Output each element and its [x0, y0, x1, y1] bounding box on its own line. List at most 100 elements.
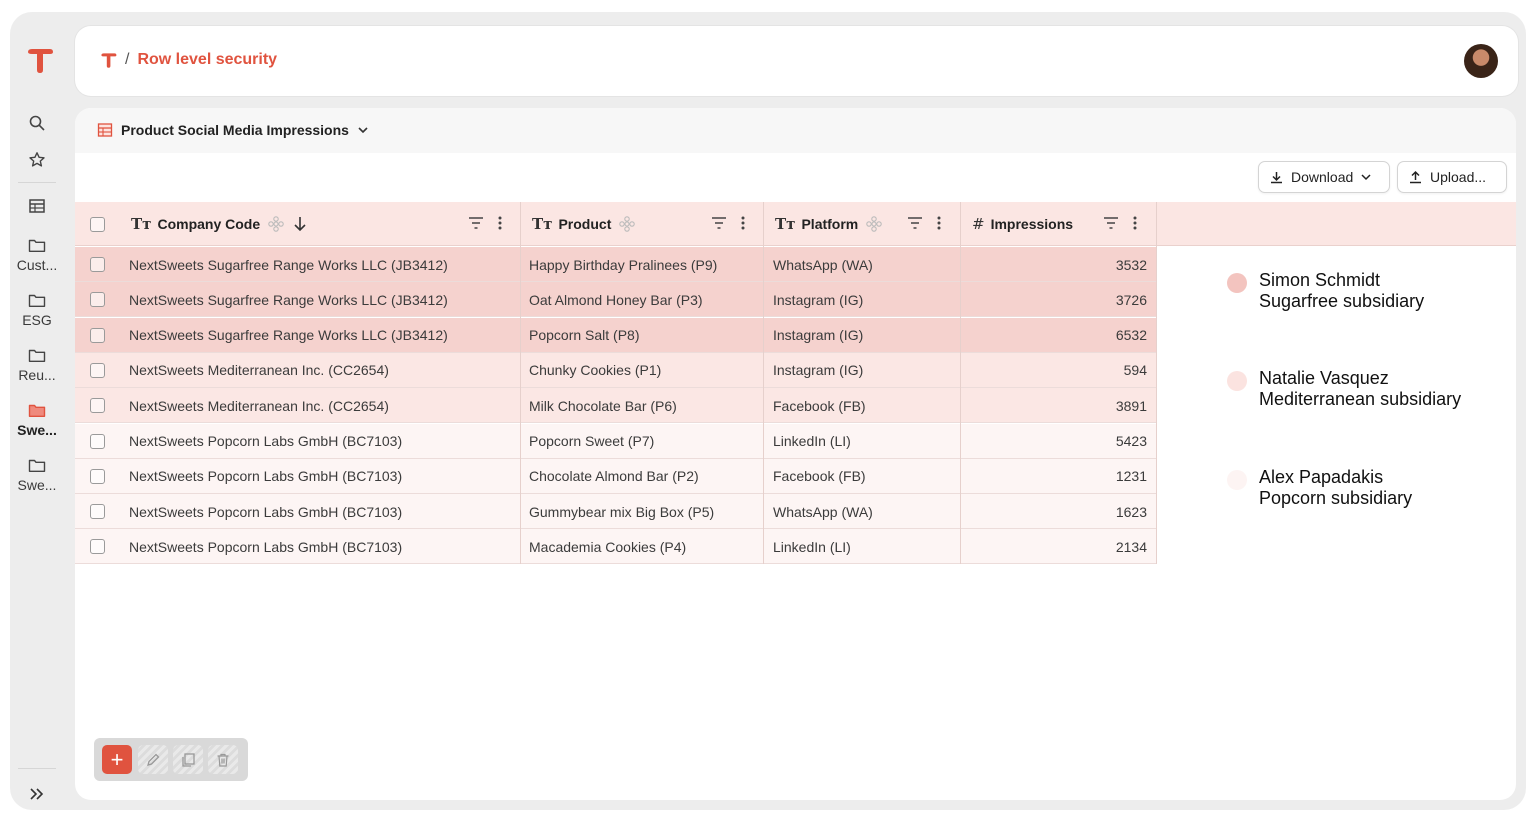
sidebar-folder-1[interactable]: Cust... — [10, 238, 64, 273]
cell-company-code[interactable]: NextSweets Sugarfree Range Works LLC (JB… — [129, 247, 448, 282]
cell-platform[interactable]: Facebook (FB) — [773, 388, 866, 423]
cell-impressions[interactable]: 3891 — [965, 388, 1147, 423]
table-row[interactable]: NextSweets Sugarfree Range Works LLC (JB… — [75, 317, 1156, 353]
sidebar-folder-2[interactable]: ESG — [10, 293, 64, 328]
table-title: Product Social Media Impressions — [121, 122, 349, 138]
column-header-product[interactable]: Tт Product — [532, 202, 762, 246]
duplicate-row-button[interactable] — [173, 745, 203, 774]
table-row[interactable]: NextSweets Popcorn Labs GmbH (BC7103) Cho… — [75, 458, 1156, 494]
upload-button[interactable]: Upload... — [1397, 161, 1507, 193]
cell-impressions[interactable]: 3532 — [965, 247, 1147, 282]
column-menu-icon[interactable] — [937, 216, 941, 230]
row-checkbox[interactable] — [90, 398, 105, 414]
avatar[interactable] — [1464, 44, 1498, 78]
app-logo[interactable] — [24, 45, 54, 75]
column-menu-icon[interactable] — [1133, 216, 1137, 230]
cell-impressions[interactable]: 2134 — [965, 529, 1147, 564]
filter-icon[interactable] — [711, 216, 727, 230]
column-header-impressions[interactable]: # Impressions — [972, 202, 1156, 246]
cell-platform[interactable]: LinkedIn (LI) — [773, 424, 851, 459]
cell-product[interactable]: Oat Almond Honey Bar (P3) — [529, 282, 703, 317]
row-checkbox[interactable] — [90, 362, 105, 378]
cell-platform[interactable]: WhatsApp (WA) — [773, 247, 873, 282]
cell-impressions[interactable]: 1231 — [965, 459, 1147, 494]
legend-role: Sugarfree subsidiary — [1259, 291, 1425, 311]
cell-product[interactable]: Gummybear mix Big Box (P5) — [529, 494, 714, 529]
column-divider — [763, 246, 764, 564]
upload-label: Upload... — [1430, 169, 1487, 185]
sidebar-folder-5[interactable]: Swe... — [10, 458, 64, 493]
row-checkbox[interactable] — [90, 504, 105, 520]
cell-company-code[interactable]: NextSweets Mediterranean Inc. (CC2654) — [129, 388, 389, 423]
table-row[interactable]: NextSweets Popcorn Labs GmbH (BC7103) Pop… — [75, 423, 1156, 459]
sidebar-folder-label: Cust... — [16, 257, 58, 273]
cell-product[interactable]: Happy Birthday Pralinees (P9) — [529, 247, 717, 282]
search-icon[interactable] — [23, 109, 51, 137]
table-icon[interactable] — [23, 192, 51, 220]
row-checkbox[interactable] — [90, 433, 105, 449]
cell-product[interactable]: Chunky Cookies (P1) — [529, 353, 661, 388]
cell-product[interactable]: Chocolate Almond Bar (P2) — [529, 459, 699, 494]
cell-company-code[interactable]: NextSweets Popcorn Labs GmbH (BC7103) — [129, 529, 402, 564]
download-icon — [1271, 171, 1282, 183]
cell-company-code[interactable]: NextSweets Popcorn Labs GmbH (BC7103) — [129, 459, 402, 494]
sort-descending-icon[interactable] — [293, 216, 307, 232]
expand-sidebar-icon[interactable] — [23, 780, 51, 808]
column-menu-icon[interactable] — [741, 216, 745, 230]
download-button[interactable]: Download — [1258, 161, 1390, 193]
column-divider — [1156, 202, 1157, 246]
cell-platform[interactable]: Facebook (FB) — [773, 459, 866, 494]
cell-company-code[interactable]: NextSweets Popcorn Labs GmbH (BC7103) — [129, 424, 402, 459]
folder-icon — [28, 349, 46, 362]
row-checkbox[interactable] — [90, 539, 105, 555]
cell-impressions[interactable]: 3726 — [965, 282, 1147, 317]
cell-platform[interactable]: LinkedIn (LI) — [773, 529, 851, 564]
cell-platform[interactable]: WhatsApp (WA) — [773, 494, 873, 529]
cell-platform[interactable]: Instagram (IG) — [773, 318, 863, 353]
table-row[interactable]: NextSweets Sugarfree Range Works LLC (JB… — [75, 282, 1156, 318]
cell-platform[interactable]: Instagram (IG) — [773, 282, 863, 317]
select-all-checkbox[interactable] — [90, 216, 105, 232]
cell-product[interactable]: Macademia Cookies (P4) — [529, 529, 686, 564]
home-logo-icon[interactable] — [99, 51, 117, 69]
cell-product[interactable]: Popcorn Sweet (P7) — [529, 424, 654, 459]
cell-impressions[interactable]: 594 — [965, 353, 1147, 388]
filter-icon[interactable] — [907, 216, 923, 230]
sidebar-folder-3[interactable]: Reu... — [10, 348, 64, 383]
sidebar-divider — [18, 182, 56, 183]
row-checkbox[interactable] — [90, 468, 105, 484]
cell-company-code[interactable]: NextSweets Sugarfree Range Works LLC (JB… — [129, 282, 448, 317]
column-menu-icon[interactable] — [498, 216, 502, 230]
table-row[interactable]: NextSweets Mediterranean Inc. (CC2654) Ch… — [75, 352, 1156, 388]
cell-impressions[interactable]: 5423 — [965, 424, 1147, 459]
column-divider[interactable] — [763, 202, 764, 246]
cell-platform[interactable]: Instagram (IG) — [773, 353, 863, 388]
cell-product[interactable]: Milk Chocolate Bar (P6) — [529, 388, 677, 423]
table-selector[interactable]: Product Social Media Impressions — [97, 122, 369, 138]
cell-product[interactable]: Popcorn Salt (P8) — [529, 318, 640, 353]
sidebar-folder-4-active[interactable]: Swe... — [10, 403, 64, 438]
cell-company-code[interactable]: NextSweets Sugarfree Range Works LLC (JB… — [129, 318, 448, 353]
filter-icon[interactable] — [468, 216, 484, 230]
cell-company-code[interactable]: NextSweets Mediterranean Inc. (CC2654) — [129, 353, 389, 388]
cell-impressions[interactable]: 1623 — [965, 494, 1147, 529]
cell-company-code[interactable]: NextSweets Popcorn Labs GmbH (BC7103) — [129, 494, 402, 529]
row-checkbox[interactable] — [90, 327, 105, 343]
star-icon[interactable] — [23, 146, 51, 174]
table-row[interactable]: NextSweets Sugarfree Range Works LLC (JB… — [75, 247, 1156, 282]
page-title[interactable]: Row level security — [137, 51, 277, 69]
delete-row-button[interactable] — [208, 745, 238, 774]
row-checkbox[interactable] — [90, 292, 105, 308]
edit-row-button[interactable] — [138, 745, 168, 774]
column-header-platform[interactable]: Tт Platform — [775, 202, 960, 246]
table-row[interactable]: NextSweets Popcorn Labs GmbH (BC7103) Gum… — [75, 494, 1156, 530]
column-divider[interactable] — [960, 202, 961, 246]
table-row[interactable]: NextSweets Popcorn Labs GmbH (BC7103) Mac… — [75, 529, 1156, 565]
table-row[interactable]: NextSweets Mediterranean Inc. (CC2654) Mi… — [75, 388, 1156, 424]
column-header-company-code[interactable]: Tт Company Code — [131, 202, 519, 246]
filter-icon[interactable] — [1103, 216, 1119, 230]
column-divider[interactable] — [520, 202, 521, 246]
add-row-button[interactable]: + — [102, 745, 132, 774]
row-checkbox[interactable] — [90, 257, 105, 272]
cell-impressions[interactable]: 6532 — [965, 318, 1147, 353]
